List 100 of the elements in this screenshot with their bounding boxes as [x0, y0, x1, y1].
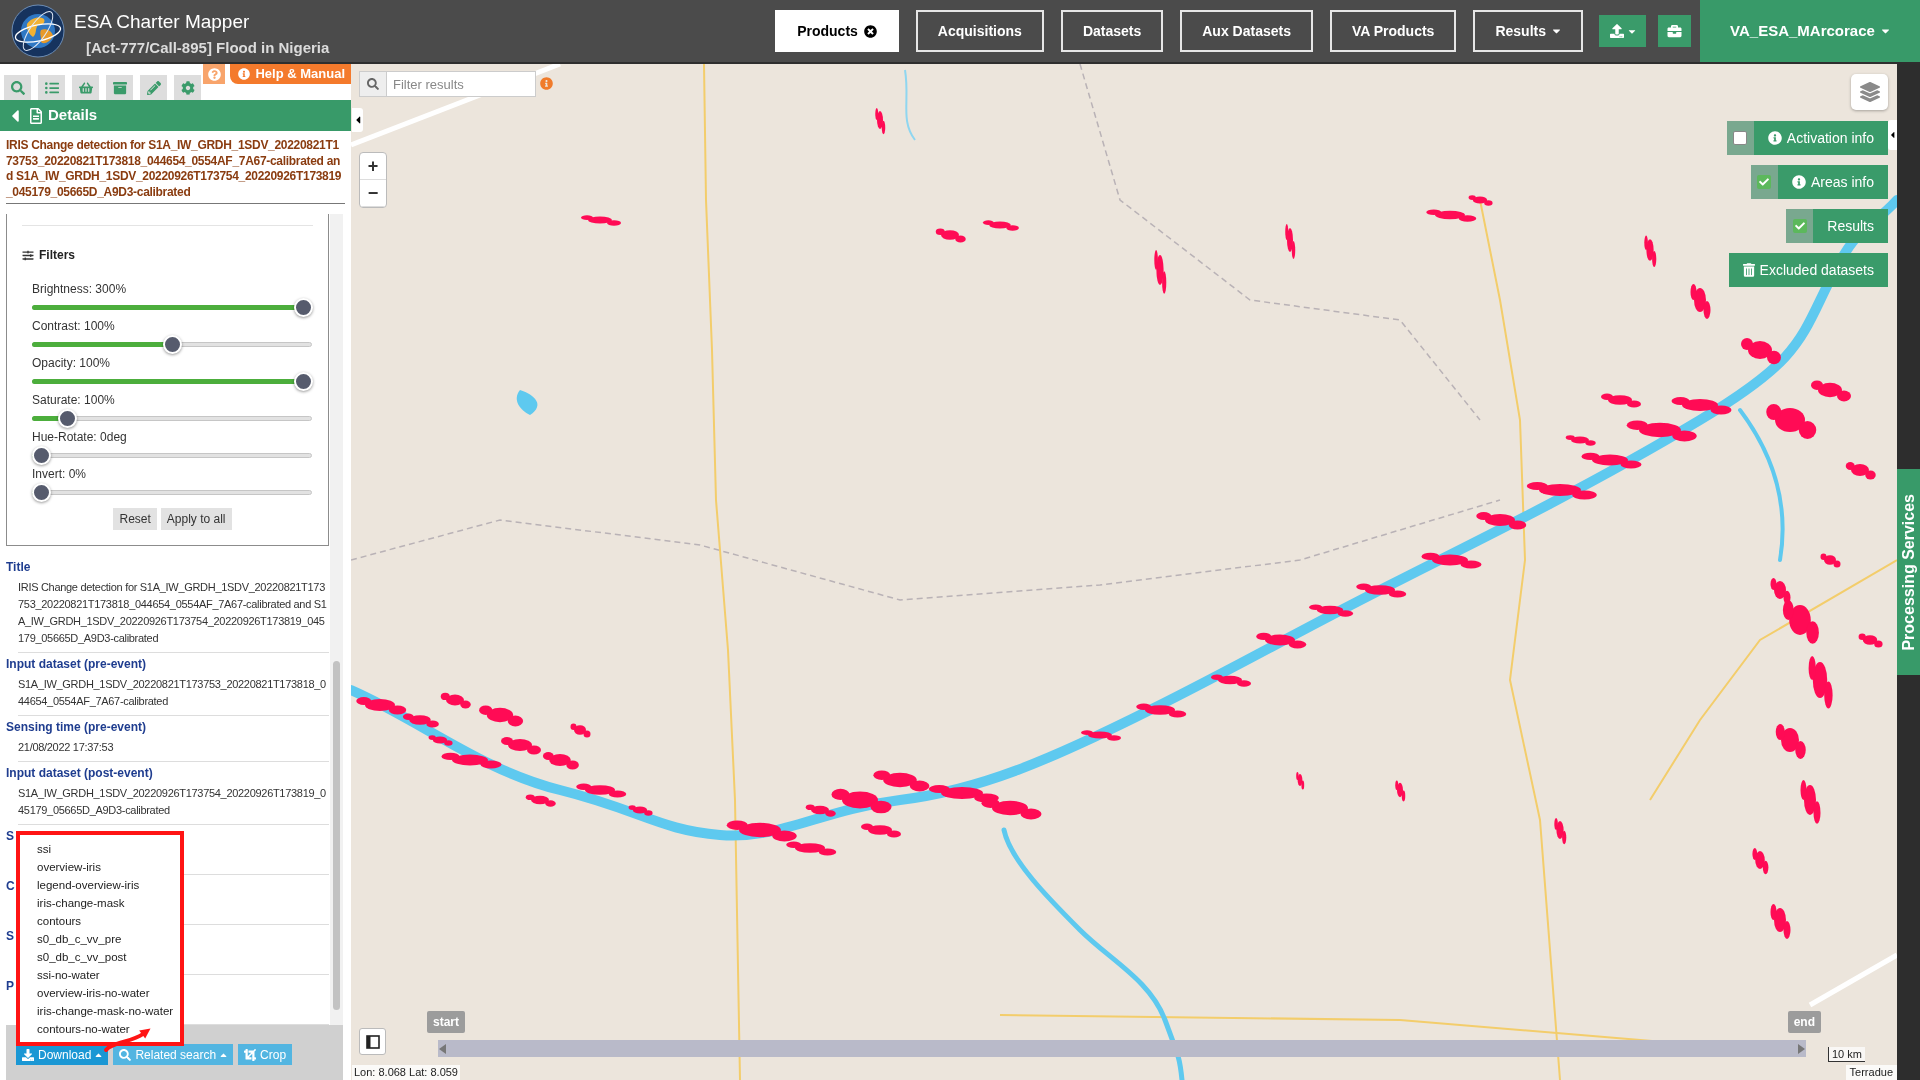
nav-tab[interactable]: VA Products [1329, 10, 1457, 52]
slider-label: Opacity: 100% [32, 355, 111, 371]
nav-tab[interactable]: Acquisitions [915, 10, 1044, 52]
processing-services-tab[interactable]: Processing Services [1897, 469, 1920, 675]
caret-left-icon [1890, 130, 1895, 140]
flood-patch [1136, 703, 1187, 718]
upload-button[interactable] [1599, 15, 1646, 47]
slider[interactable] [32, 482, 312, 503]
info-icon [238, 68, 251, 80]
info-icon [1767, 131, 1782, 145]
flood-patch [873, 770, 930, 792]
flood-patch [982, 220, 1019, 231]
slider-thumb[interactable] [293, 298, 313, 317]
slider[interactable] [32, 334, 312, 355]
apply-to-all-button[interactable]: Apply to all [160, 508, 232, 530]
slider[interactable] [32, 445, 312, 466]
user-menu[interactable]: VA_ESA_MArcorace [1700, 0, 1920, 62]
field-label: Input dataset (post-event) [6, 766, 153, 781]
archive-icon [112, 80, 127, 95]
edit-button[interactable] [140, 75, 167, 100]
flood-patch [1476, 512, 1527, 530]
range-handle[interactable] [439, 1044, 446, 1054]
nav-tab[interactable]: Datasets [1060, 10, 1164, 52]
nav-tab[interactable]: Products [775, 10, 899, 52]
slider-thumb[interactable] [31, 483, 51, 502]
slider-thumb[interactable] [57, 409, 77, 428]
timeline-start-label: start [427, 1011, 465, 1033]
menu-item[interactable]: overview-iris-no-water [20, 984, 180, 1002]
flood-patch [402, 713, 439, 728]
checkbox[interactable] [1792, 219, 1807, 233]
flood-patch [1081, 730, 1121, 741]
nav-tab[interactable]: Aux Datasets [1180, 10, 1313, 52]
archive-button[interactable] [106, 75, 133, 100]
scrollbar[interactable] [330, 214, 343, 1025]
menu-item[interactable]: s0_db_c_vv_pre [20, 930, 180, 948]
menu-item[interactable]: s0_db_c_vv_post [20, 948, 180, 966]
info-icon[interactable] [540, 77, 553, 90]
flood-patch [1395, 780, 1406, 802]
menu-item[interactable]: overview-iris [20, 858, 180, 876]
field-label: Sensing time (pre-event) [6, 720, 147, 735]
settings-button[interactable] [174, 75, 201, 100]
slider-label: Hue-Rotate: 0deg [32, 429, 127, 445]
flood-patch [875, 108, 886, 135]
checkbox[interactable] [1733, 131, 1748, 145]
slider-thumb[interactable] [162, 335, 182, 354]
flood-patch [628, 805, 653, 816]
briefcase-icon [1667, 24, 1682, 38]
zoom-in-button[interactable]: + [360, 153, 386, 180]
menu-item[interactable]: legend-overview-iris [20, 876, 180, 894]
help-button[interactable] [203, 64, 226, 84]
flood-patch [1526, 482, 1597, 500]
menu-item[interactable]: contours-no-water [20, 1020, 180, 1038]
flood-patch [1858, 633, 1883, 648]
layers-icon [1859, 82, 1880, 102]
timeline-end-label: end [1787, 1011, 1821, 1033]
flood-patch [1554, 818, 1567, 845]
field-value: S1A_IW_GRDH_1SDV_20220926T173754_20220926T173819_045179_05665D_A9D3-calibrated [18, 786, 327, 818]
slider-thumb[interactable] [31, 446, 51, 465]
search-icon [367, 78, 379, 90]
slider[interactable] [32, 408, 312, 429]
timeline-track[interactable] [438, 1040, 1806, 1057]
slider[interactable] [32, 297, 312, 318]
search-button[interactable] [4, 75, 31, 100]
collapse-tab[interactable] [1888, 120, 1897, 150]
basket-button[interactable] [72, 75, 99, 100]
sidebar-toggle-button[interactable] [359, 1028, 386, 1055]
collapse-tab[interactable] [352, 108, 363, 132]
list-button[interactable] [38, 75, 65, 100]
briefcase-button[interactable] [1658, 15, 1691, 47]
list-icon [44, 80, 59, 95]
nav-tab[interactable]: Results [1473, 10, 1583, 52]
flood-patch [1601, 393, 1641, 408]
reset-button[interactable]: Reset [113, 508, 157, 530]
flood-patch [1690, 284, 1711, 319]
checkbox[interactable] [1757, 175, 1772, 189]
filter-field[interactable]: Filter results [387, 71, 536, 97]
menu-item[interactable]: ssi-no-water [20, 966, 180, 984]
layers-button[interactable] [1851, 74, 1888, 110]
menu-item[interactable]: ssi [20, 840, 180, 858]
flood-patch [981, 798, 1042, 820]
range-handle[interactable] [1798, 1044, 1805, 1054]
flood-patch [1565, 435, 1596, 446]
field-value: S1A_IW_GRDH_1SDV_20220821T173753_20220821T173818_044654_0554AF_7A67-calibrated [18, 677, 327, 709]
search-icon [10, 80, 25, 95]
flood-patch [1770, 904, 1791, 939]
slider[interactable] [32, 371, 312, 392]
attribution-text: Terradue [1845, 1065, 1897, 1080]
caret-left-icon [354, 114, 361, 126]
field-label: Input dataset (pre-event) [6, 657, 146, 672]
field-label: Title [6, 560, 31, 575]
menu-item[interactable]: iris-change-mask [20, 894, 180, 912]
flood-patch [1309, 604, 1354, 617]
zoom-out-button[interactable]: − [360, 180, 386, 207]
crop-icon [244, 1048, 257, 1061]
slider-thumb[interactable] [293, 372, 313, 391]
close-icon[interactable] [863, 24, 877, 38]
menu-item[interactable]: contours [20, 912, 180, 930]
flood-patch [1845, 462, 1876, 480]
flood-patch [542, 752, 579, 770]
menu-item[interactable]: iris-change-mask-no-water [20, 1002, 180, 1020]
